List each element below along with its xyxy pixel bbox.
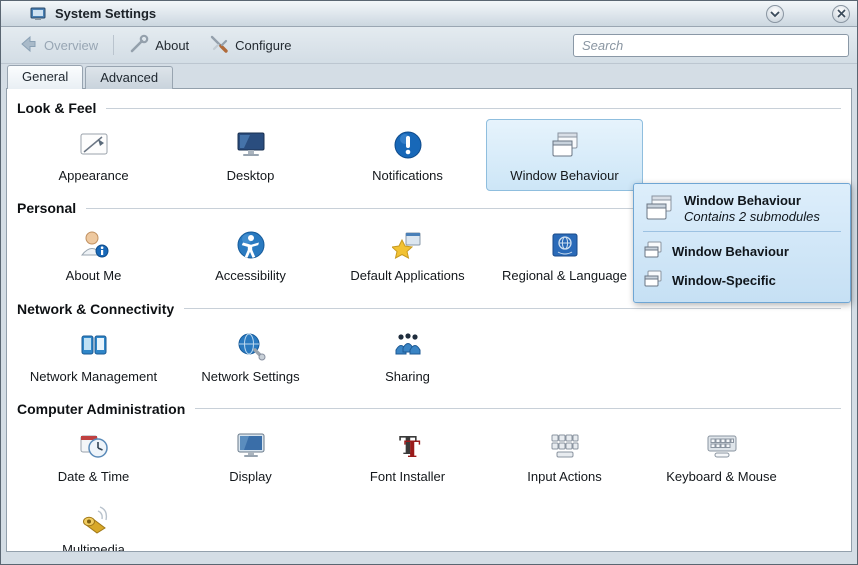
tooltip-submodule-label: Window-Specific (672, 273, 776, 288)
module-desktop[interactable]: Desktop (172, 119, 329, 191)
module-label: Font Installer (370, 470, 445, 484)
tooltip-subtitle: Contains 2 submodules (684, 209, 820, 224)
module-font-installer[interactable]: TT Font Installer (329, 420, 486, 492)
module-label: About Me (66, 269, 122, 283)
multimedia-icon (78, 503, 110, 535)
section-title: Look & Feel (17, 100, 96, 116)
module-keyboard-mouse[interactable]: Keyboard & Mouse (643, 420, 800, 492)
toolbar: Overview About Configure (1, 27, 857, 64)
module-label: Desktop (227, 169, 275, 183)
window-title: System Settings (55, 6, 156, 21)
about-me-icon (78, 229, 110, 261)
module-appearance[interactable]: Appearance (15, 119, 172, 191)
section-divider (184, 308, 841, 309)
tooltip-title: Window Behaviour (684, 193, 820, 208)
search-input[interactable] (573, 34, 849, 57)
app-icon (30, 6, 46, 22)
default-applications-icon (392, 229, 424, 261)
module-label: Appearance (58, 169, 128, 183)
accessibility-icon (235, 229, 267, 261)
svg-text:T: T (404, 437, 421, 462)
module-default-applications[interactable]: Default Applications (329, 219, 486, 291)
tab-advanced[interactable]: Advanced (85, 66, 173, 89)
module-network-management[interactable]: Network Management (15, 320, 172, 392)
configure-label: Configure (235, 38, 291, 53)
overview-label: Overview (44, 38, 98, 53)
content-pane: Look & Feel Appearance Desktop Notifi (6, 88, 852, 552)
module-label: Sharing (385, 370, 430, 384)
notifications-icon (392, 129, 424, 161)
tab-general[interactable]: General (7, 65, 83, 89)
section-header-computer-administration: Computer Administration (17, 401, 841, 417)
module-accessibility[interactable]: Accessibility (172, 219, 329, 291)
module-sharing[interactable]: Sharing (329, 320, 486, 392)
module-about-me[interactable]: About Me (15, 219, 172, 291)
module-window-behaviour[interactable]: Window Behaviour (486, 119, 643, 191)
system-settings-window: System Settings Overview About (0, 0, 858, 565)
about-button[interactable]: About (120, 29, 198, 62)
appearance-icon (78, 129, 110, 161)
module-label: Accessibility (215, 269, 286, 283)
tooltip-submodule-label: Window Behaviour (672, 244, 789, 259)
module-label: Regional & Language (502, 269, 627, 283)
section-divider (195, 408, 841, 409)
section-title: Personal (17, 200, 76, 216)
section-divider (106, 108, 841, 109)
item-row: Multimedia (11, 492, 847, 552)
module-label: Keyboard & Mouse (666, 470, 777, 484)
module-display[interactable]: Display (172, 420, 329, 492)
date-time-icon (78, 430, 110, 462)
tooltip-submodule: Window-Specific (643, 266, 841, 295)
wrench-icon (129, 34, 149, 57)
close-button[interactable] (832, 5, 850, 23)
item-row: Appearance Desktop Notifications Window … (11, 118, 847, 191)
tab-bar: General Advanced (1, 64, 857, 88)
network-settings-icon (235, 330, 267, 362)
configure-button[interactable]: Configure (200, 29, 300, 62)
module-label: Display (229, 470, 272, 484)
window-behaviour-icon (549, 129, 581, 161)
module-label: Network Management (30, 370, 157, 384)
tooltip-header: Window Behaviour Contains 2 submodules (643, 192, 841, 224)
input-actions-icon (549, 430, 581, 462)
module-label: Default Applications (350, 269, 464, 283)
module-multimedia[interactable]: Multimedia (15, 493, 172, 552)
network-management-icon (78, 330, 110, 362)
shade-button[interactable] (766, 5, 784, 23)
module-label: Notifications (372, 169, 443, 183)
module-network-settings[interactable]: Network Settings (172, 320, 329, 392)
desktop-icon (235, 129, 267, 161)
keyboard-mouse-icon (706, 430, 738, 462)
overview-button[interactable]: Overview (9, 29, 107, 62)
display-icon (235, 430, 267, 462)
module-label: Input Actions (527, 470, 601, 484)
item-row: Network Management Network Settings Shar… (11, 319, 847, 392)
toolbar-separator (113, 35, 114, 55)
tools-icon (209, 34, 229, 57)
section-header-look-and-feel: Look & Feel (17, 100, 841, 116)
titlebar[interactable]: System Settings (1, 1, 857, 27)
module-date-time[interactable]: Date & Time (15, 420, 172, 492)
section-title: Computer Administration (17, 401, 185, 417)
about-label: About (155, 38, 189, 53)
font-installer-icon: TT (392, 430, 424, 462)
back-arrow-icon (18, 34, 38, 57)
sharing-icon (392, 330, 424, 362)
window-behaviour-icon (643, 192, 675, 224)
module-input-actions[interactable]: Input Actions (486, 420, 643, 492)
module-label: Multimedia (62, 543, 125, 552)
tooltip-divider (643, 231, 841, 232)
item-row: Date & Time Display TT Font Installer In… (11, 419, 847, 492)
window-icon (643, 269, 663, 292)
regional-language-icon (549, 229, 581, 261)
module-label: Network Settings (201, 370, 299, 384)
module-regional-language[interactable]: Regional & Language (486, 219, 643, 291)
module-notifications[interactable]: Notifications (329, 119, 486, 191)
module-tooltip: Window Behaviour Contains 2 submodules W… (633, 183, 851, 303)
module-label: Date & Time (58, 470, 130, 484)
window-icon (643, 240, 663, 263)
module-label: Window Behaviour (510, 169, 618, 183)
tooltip-submodule: Window Behaviour (643, 237, 841, 266)
section-title: Network & Connectivity (17, 301, 174, 317)
